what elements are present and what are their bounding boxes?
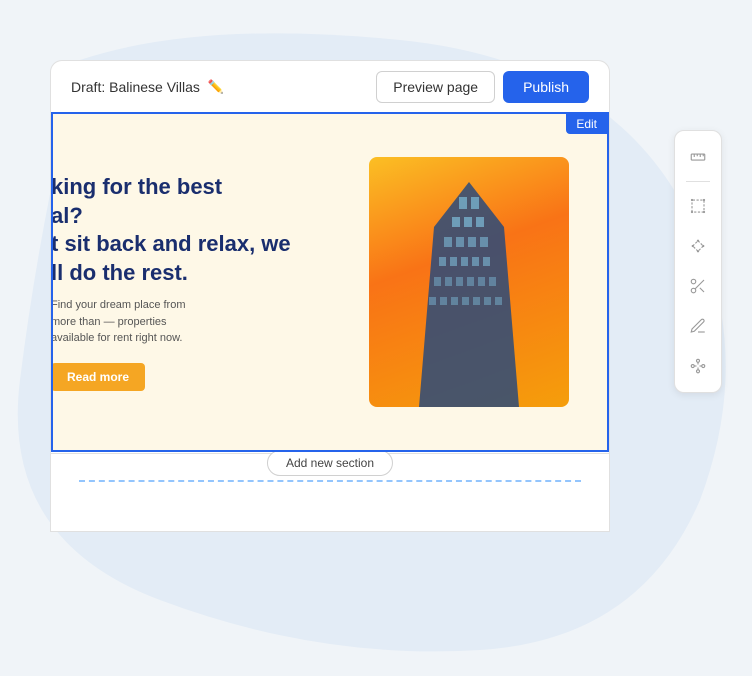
toolbar-divider-1 [686,181,710,182]
draft-title-text: Draft: Balinese Villas [71,79,200,95]
hero-text: king for the best al? t sit back and rel… [51,173,369,391]
nodes-icon [689,357,707,375]
draft-title-area: Draft: Balinese Villas ✏️ [71,79,224,95]
add-section-button[interactable]: Add new section [267,450,393,476]
hero-subtext: Find your dream place from more than — p… [51,297,211,347]
preview-page-button[interactable]: Preview page [376,71,495,103]
read-more-button[interactable]: Read more [51,363,145,391]
transform-tool[interactable] [680,228,716,264]
ruler-tool[interactable] [680,139,716,175]
editor-window: Draft: Balinese Villas ✏️ Preview page P… [50,60,610,580]
page-editor: Edit king for the best al? t sit back an… [50,112,610,532]
scissor-icon [689,277,707,295]
dashed-divider [79,480,581,482]
pen-tool[interactable] [680,308,716,344]
top-bar-actions: Preview page Publish [376,71,589,103]
publish-button[interactable]: Publish [503,71,589,103]
hero-image [369,157,569,407]
add-section-bar: Add new section [51,453,609,531]
top-bar: Draft: Balinese Villas ✏️ Preview page P… [50,60,610,112]
right-toolbar [674,130,722,393]
select-icon [689,197,707,215]
title-edit-icon[interactable]: ✏️ [208,79,224,95]
hero-section: king for the best al? t sit back and rel… [51,112,609,452]
pen-icon [689,317,707,335]
hero-heading-line1: king for the best [51,173,359,202]
hero-heading-line4: ll do the rest. [51,259,359,288]
scissor-tool[interactable] [680,268,716,304]
add-section-inner: Add new section [79,464,581,482]
hero-heading-line2: al? [51,202,359,231]
transform-icon [689,237,707,255]
nodes-tool[interactable] [680,348,716,384]
hero-heading-line3: t sit back and relax, we [51,230,359,259]
select-tool[interactable] [680,188,716,224]
building-svg [404,177,534,407]
hero-heading: king for the best al? t sit back and rel… [51,173,359,287]
ruler-icon [689,148,707,166]
